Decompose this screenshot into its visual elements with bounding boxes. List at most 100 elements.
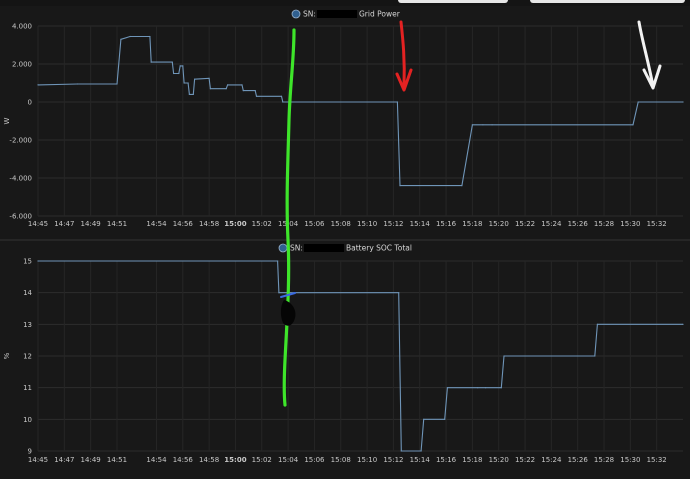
data-point bbox=[116, 83, 118, 85]
data-point bbox=[637, 101, 639, 103]
data-point bbox=[187, 82, 189, 84]
x-tick-label: 15:02 bbox=[252, 456, 272, 464]
x-tick-label: 15:26 bbox=[568, 220, 589, 228]
x-tick-label: 15:18 bbox=[462, 456, 482, 464]
data-point bbox=[446, 387, 448, 389]
x-tick-label: 15:10 bbox=[357, 220, 377, 228]
x-tick-label: 15:10 bbox=[357, 456, 377, 464]
x-tick-label: 14:51 bbox=[107, 220, 127, 228]
data-point bbox=[461, 185, 463, 187]
data-point bbox=[178, 72, 180, 75]
y-tick-label: 14 bbox=[23, 289, 32, 297]
x-tick-label: 14:51 bbox=[107, 456, 127, 464]
data-point bbox=[242, 90, 244, 92]
x-tick-label: 14:49 bbox=[81, 220, 101, 228]
data-point bbox=[594, 355, 596, 357]
legend-label: Battery SOC Total bbox=[346, 244, 412, 253]
x-tick-label: 15:18 bbox=[462, 220, 482, 228]
x-tick-label: 14:49 bbox=[81, 456, 101, 464]
data-point bbox=[282, 101, 284, 103]
y-axis-label: % bbox=[3, 352, 11, 359]
x-tick-label: 15:08 bbox=[331, 220, 351, 228]
data-point bbox=[208, 77, 210, 79]
x-tick-label: 15:04 bbox=[278, 456, 299, 464]
data-point bbox=[150, 61, 152, 63]
data-point bbox=[477, 387, 479, 389]
x-tick-label: 15:06 bbox=[304, 220, 325, 228]
x-tick-label: 15:00 bbox=[224, 220, 246, 228]
x-tick-label: 15:20 bbox=[489, 220, 509, 228]
legend: SN: Battery SOC Total bbox=[278, 243, 412, 253]
data-point bbox=[37, 84, 39, 86]
x-tick-label: 15:14 bbox=[410, 456, 431, 464]
data-point bbox=[182, 65, 184, 67]
data-point bbox=[400, 450, 402, 452]
y-tick-label: 4.000 bbox=[12, 23, 32, 31]
y-tick-label: 0 bbox=[28, 99, 32, 107]
y-tick-label: 15 bbox=[23, 258, 32, 266]
data-point bbox=[188, 93, 190, 95]
x-tick-label: 15:08 bbox=[331, 456, 351, 464]
x-tick-label: 15:20 bbox=[489, 456, 509, 464]
x-tick-label: 15:24 bbox=[541, 456, 562, 464]
data-point bbox=[194, 78, 196, 80]
data-point bbox=[682, 323, 684, 325]
x-tick-label: 14:56 bbox=[173, 456, 194, 464]
x-tick-label: 15:28 bbox=[594, 456, 614, 464]
x-tick-label: 15:16 bbox=[436, 220, 457, 228]
dashboard: 4.0002.0000-2.000-4.000-6.00014:45 14:47 1… bbox=[0, 6, 690, 479]
data-point bbox=[278, 292, 280, 294]
data-point bbox=[482, 124, 484, 126]
data-point bbox=[423, 418, 425, 420]
data-point bbox=[179, 65, 181, 67]
data-point bbox=[76, 83, 79, 85]
y-tick-label: 10 bbox=[23, 416, 32, 424]
legend: SN: Grid Power bbox=[291, 9, 401, 19]
data-point bbox=[209, 88, 211, 90]
data-point bbox=[485, 387, 487, 389]
legend-label: Grid Power bbox=[359, 10, 401, 19]
legend-swatch bbox=[291, 9, 301, 19]
y-tick-label: 13 bbox=[23, 321, 32, 329]
data-point bbox=[37, 260, 39, 262]
x-tick-label: 14:58 bbox=[199, 220, 219, 228]
panel-grid-power bbox=[0, 6, 690, 239]
x-tick-label: 15:30 bbox=[620, 220, 640, 228]
x-tick-label: 15:22 bbox=[515, 456, 535, 464]
x-tick-label: 14:54 bbox=[146, 220, 167, 228]
x-tick-label: 14:45 bbox=[28, 220, 48, 228]
legend-swatch bbox=[278, 243, 288, 253]
y-axis-label: W bbox=[3, 117, 11, 124]
legend-redaction bbox=[317, 10, 357, 18]
y-tick-label: -2.000 bbox=[9, 137, 32, 145]
data-point bbox=[500, 387, 502, 389]
x-tick-label: 15:14 bbox=[410, 220, 431, 228]
data-point bbox=[225, 88, 227, 90]
y-tick-label: -4.000 bbox=[9, 175, 32, 183]
x-tick-label: 14:56 bbox=[173, 220, 194, 228]
x-tick-label: 15:02 bbox=[252, 220, 272, 228]
data-point bbox=[277, 260, 279, 262]
x-tick-label: 15:00 bbox=[224, 456, 246, 464]
panel-battery-soc bbox=[0, 241, 690, 479]
data-point bbox=[183, 82, 185, 84]
data-point bbox=[471, 124, 473, 126]
x-tick-label: 15:26 bbox=[568, 456, 589, 464]
data-point bbox=[491, 124, 493, 126]
data-point bbox=[399, 185, 401, 187]
x-tick-label: 14:47 bbox=[54, 220, 74, 228]
x-tick-label: 14:47 bbox=[54, 456, 74, 464]
x-tick-label: 15:12 bbox=[383, 456, 403, 464]
data-point bbox=[596, 323, 599, 325]
data-point bbox=[503, 355, 505, 357]
data-point bbox=[192, 93, 194, 95]
x-tick-label: 14:45 bbox=[28, 456, 48, 464]
y-tick-label: 2.000 bbox=[12, 61, 32, 69]
data-point bbox=[396, 101, 398, 103]
x-tick-label: 15:06 bbox=[304, 456, 325, 464]
data-point bbox=[129, 35, 131, 38]
x-tick-label: 15:32 bbox=[647, 456, 667, 464]
y-tick-label: 12 bbox=[23, 353, 32, 361]
legend-prefix: SN: bbox=[303, 10, 316, 19]
data-point bbox=[171, 61, 173, 63]
